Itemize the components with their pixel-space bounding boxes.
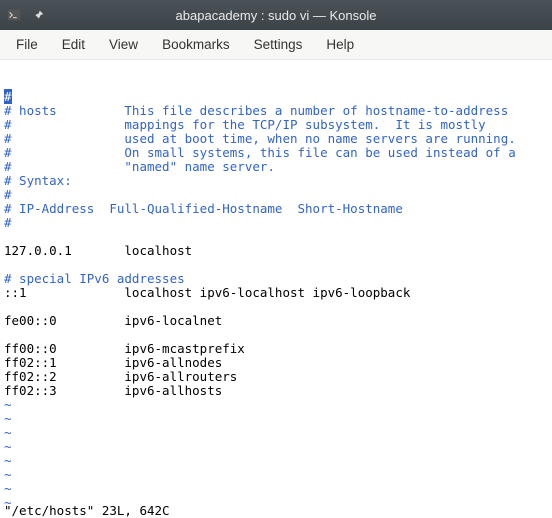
terminal-line [4, 328, 548, 342]
terminal-line: ~ [4, 426, 548, 440]
menu-bookmarks[interactable]: Bookmarks [150, 32, 242, 57]
terminal-line: # [4, 90, 548, 104]
terminal-line: # "named" name server. [4, 160, 548, 174]
terminal-line: ~ [4, 412, 548, 426]
vi-cursor: # [4, 89, 12, 104]
terminal-line: ~ [4, 440, 548, 454]
terminal-line: ff02::2 ipv6-allrouters [4, 370, 548, 384]
terminal-line: ff02::1 ipv6-allnodes [4, 356, 548, 370]
terminal-line: ~ [4, 482, 548, 496]
terminal-line: # special IPv6 addresses [4, 272, 548, 286]
terminal-line: ~ [4, 454, 548, 468]
terminal-line: 127.0.0.1 localhost [4, 244, 548, 258]
window-titlebar: abapacademy : sudo vi — Konsole [0, 0, 552, 30]
window-title: abapacademy : sudo vi — Konsole [46, 8, 546, 23]
menu-bar: File Edit View Bookmarks Settings Help [0, 30, 552, 60]
terminal-line: # Syntax: [4, 174, 548, 188]
terminal-line: fe00::0 ipv6-localnet [4, 314, 548, 328]
terminal-line [4, 300, 548, 314]
pin-icon[interactable] [30, 7, 46, 23]
terminal-icon[interactable] [6, 7, 22, 23]
terminal-viewport[interactable]: ## hosts This file describes a number of… [0, 60, 552, 518]
menu-settings[interactable]: Settings [242, 32, 315, 57]
terminal-line: # [4, 216, 548, 230]
terminal-line: ::1 localhost ipv6-localhost ipv6-loopba… [4, 286, 548, 300]
terminal-line: # [4, 188, 548, 202]
terminal-line: # On small systems, this file can be use… [4, 146, 548, 160]
terminal-line: # hosts This file describes a number of … [4, 104, 548, 118]
terminal-line [4, 258, 548, 272]
menu-view[interactable]: View [97, 32, 150, 57]
menu-file[interactable]: File [4, 32, 50, 57]
terminal-line: # mappings for the TCP/IP subsystem. It … [4, 118, 548, 132]
terminal-line: # used at boot time, when no name server… [4, 132, 548, 146]
terminal-line: # IP-Address Full-Qualified-Hostname Sho… [4, 202, 548, 216]
terminal-line: ff02::3 ipv6-allhosts [4, 384, 548, 398]
terminal-line: ff00::0 ipv6-mcastprefix [4, 342, 548, 356]
menu-help[interactable]: Help [314, 32, 366, 57]
terminal-content: ## hosts This file describes a number of… [4, 90, 548, 510]
vi-status-line: "/etc/hosts" 23L, 642C [4, 504, 548, 518]
titlebar-icons [6, 7, 46, 23]
terminal-line: ~ [4, 468, 548, 482]
terminal-line: ~ [4, 398, 548, 412]
terminal-line [4, 230, 548, 244]
menu-edit[interactable]: Edit [50, 32, 97, 57]
